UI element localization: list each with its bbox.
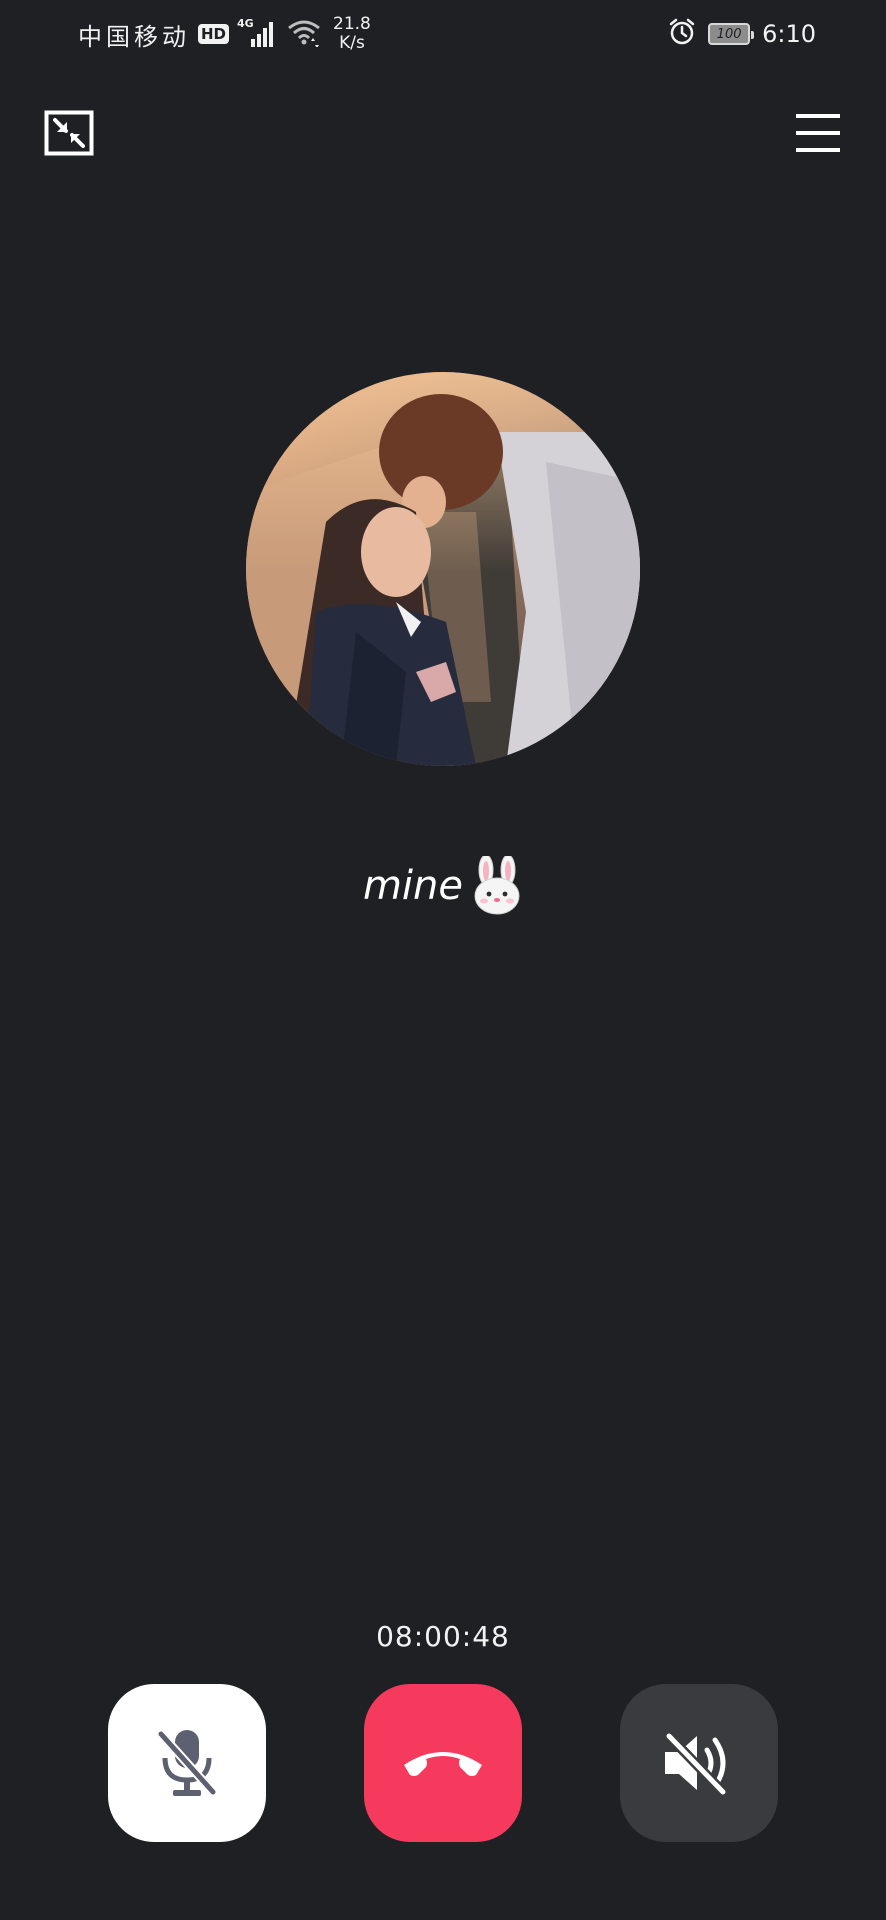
speaker-off-icon [664, 1731, 728, 1797]
speaker-button[interactable] [620, 1684, 778, 1842]
menu-icon [796, 114, 840, 152]
hangup-button[interactable] [364, 1684, 522, 1842]
net-speed-value: 21.8 [333, 14, 371, 34]
battery-icon: 100 [708, 23, 755, 45]
status-right: 100 6:10 [668, 16, 816, 52]
mute-button[interactable] [108, 1684, 266, 1842]
signal-icon: 4G [237, 17, 279, 49]
call-screen: 中国移动 HD 4G 21.8 K/s 100 6:10 mine 08:00:… [0, 0, 886, 1920]
battery-level: 100 [716, 26, 742, 42]
carrier-label: 中国移动 [78, 22, 190, 51]
wifi-icon [287, 17, 321, 51]
hd-badge: HD [198, 24, 230, 44]
status-bar: 中国移动 HD 4G 21.8 K/s 100 6:10 [0, 0, 886, 66]
net-speed-unit: K/s [339, 33, 365, 53]
microphone-off-icon [156, 1729, 218, 1797]
contact-name-text: mine [362, 863, 464, 909]
contact-avatar [246, 372, 640, 766]
minimize-window-button[interactable] [44, 110, 94, 156]
minimize-window-icon [44, 110, 94, 156]
call-controls [0, 1684, 886, 1842]
network-type-label: 4G [237, 17, 254, 30]
contact-name: mine [0, 856, 886, 916]
phone-hangup-icon [404, 1752, 482, 1776]
status-time: 6:10 [762, 20, 816, 48]
alarm-icon [668, 18, 696, 50]
call-timer: 08:00:48 [376, 1620, 510, 1653]
status-left: 中国移动 HD 4G 21.8 K/s [78, 15, 371, 53]
rabbit-face-icon [471, 856, 523, 916]
net-speed: 21.8 K/s [333, 15, 371, 53]
menu-button[interactable] [796, 112, 840, 154]
